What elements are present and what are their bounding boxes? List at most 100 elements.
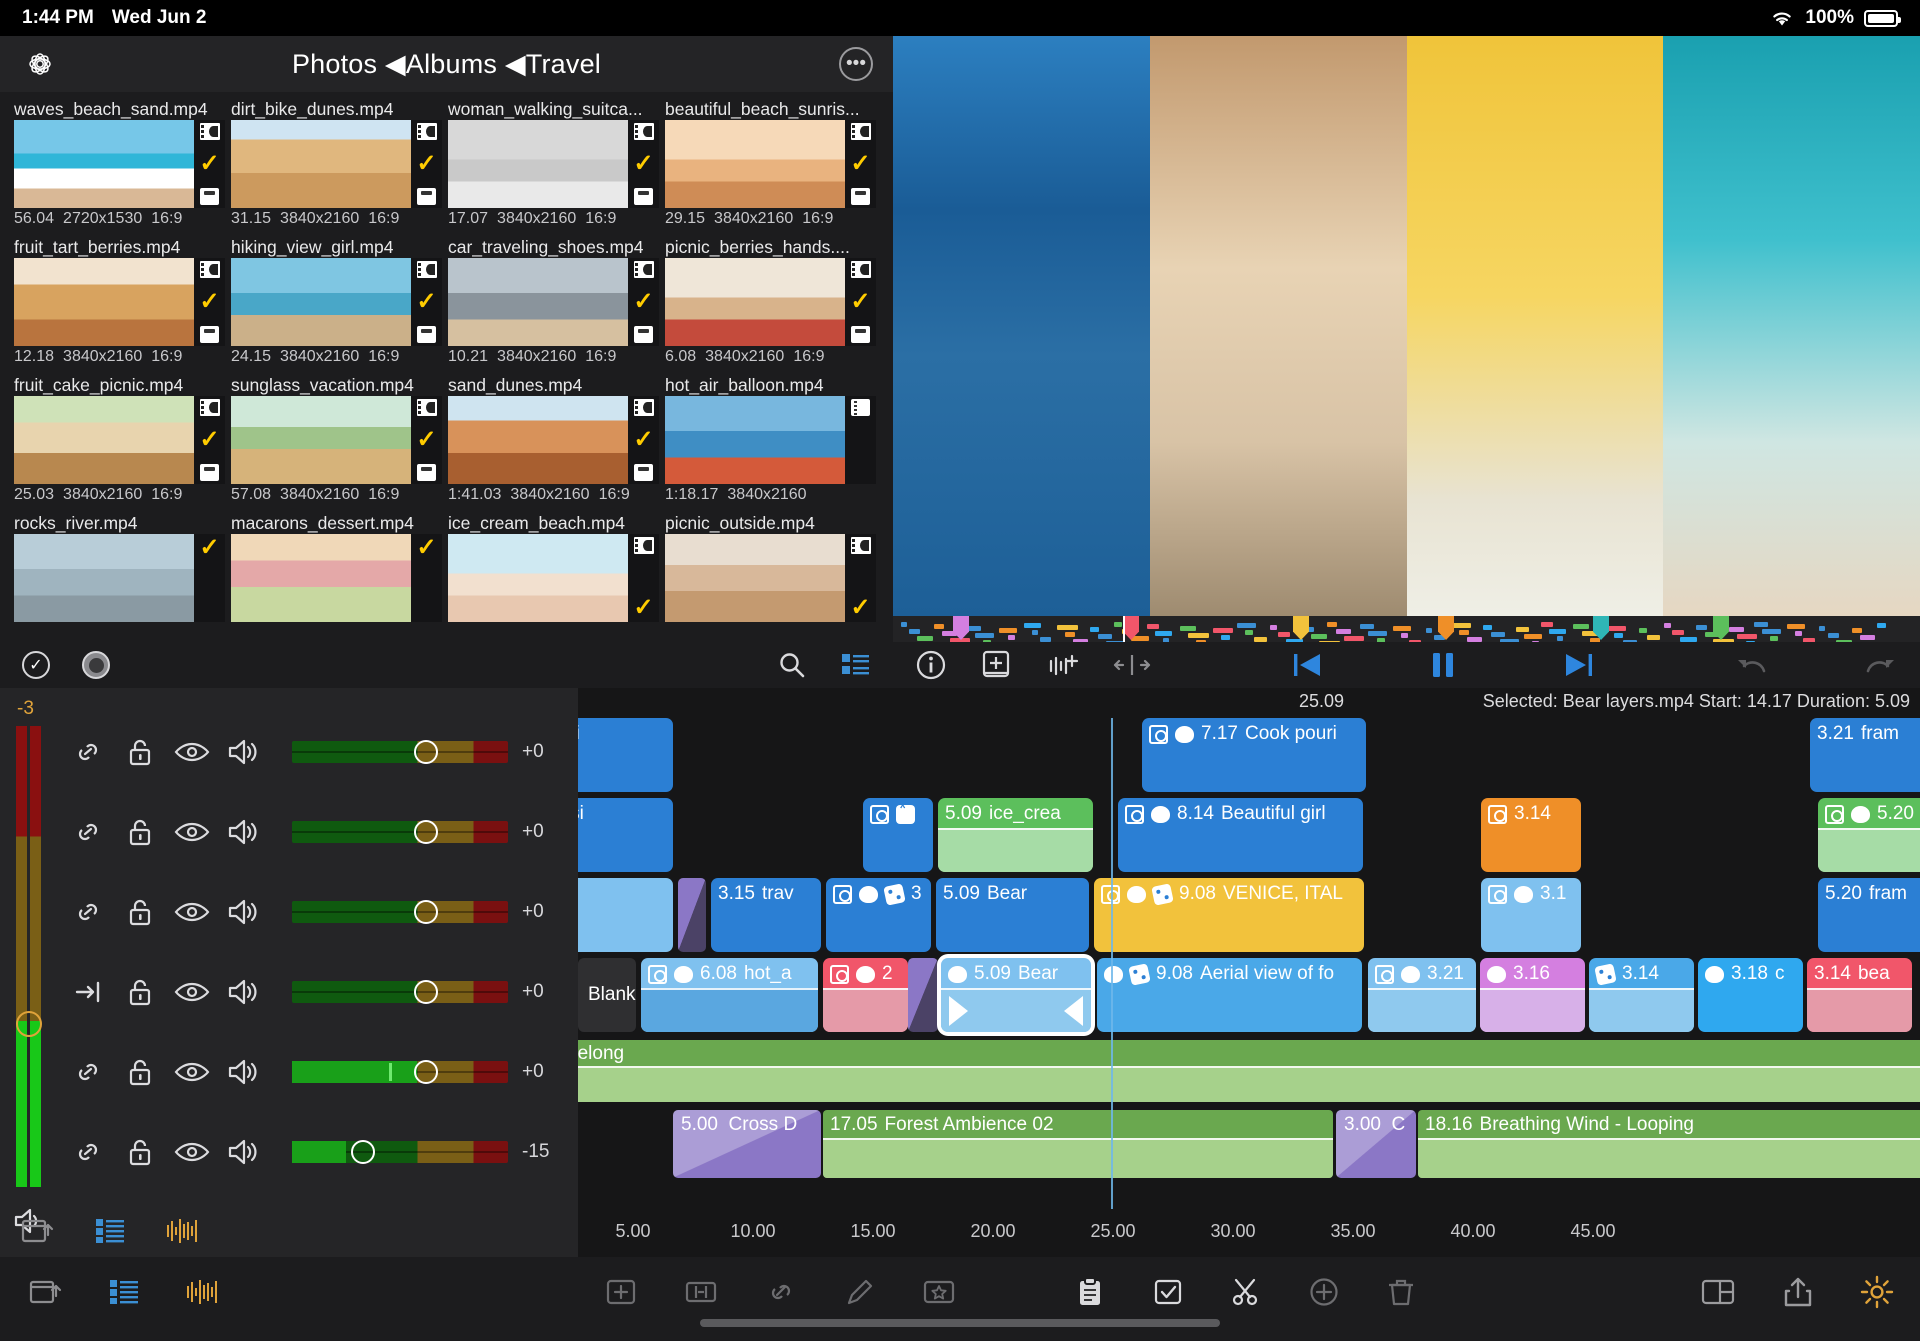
add-audio-icon[interactable] (1045, 649, 1079, 681)
audio-transition[interactable]: 5.00 Cross D (673, 1110, 821, 1178)
unlock-icon[interactable] (114, 816, 166, 848)
transition-clip[interactable] (678, 878, 706, 952)
timeline-clip[interactable]: 8.14 Beautiful girl (1118, 798, 1363, 872)
link-icon[interactable] (62, 736, 114, 768)
audio-track[interactable]: 5.00 Cross D 17.05 Forest Ambience 02 3.00 … (578, 1110, 1920, 1178)
media-thumbnail[interactable]: ✓ (448, 258, 659, 346)
media-thumbnail[interactable]: ✓ (448, 120, 659, 208)
timeline-panel[interactable]: 25.09 Selected: Bear layers.mp4 Start: 1… (578, 688, 1920, 1257)
slider-knob[interactable] (413, 900, 438, 924)
horizontal-scrollbar[interactable] (700, 1319, 1220, 1327)
volume-slider[interactable] (292, 820, 508, 844)
media-thumbnail[interactable]: ✓ (448, 534, 659, 622)
skip-to-start-icon[interactable] (1290, 650, 1328, 680)
add-to-timeline-icon[interactable] (981, 649, 1011, 681)
search-icon[interactable] (777, 650, 807, 680)
speaker-icon[interactable] (218, 976, 270, 1008)
trim-handle-left[interactable] (949, 996, 968, 1026)
audio-clip[interactable]: 17.05 Forest Ambience 02 (823, 1110, 1333, 1178)
unlock-icon[interactable] (114, 1136, 166, 1168)
settings-gear-icon[interactable] (1860, 1275, 1894, 1309)
slider-knob[interactable] (413, 820, 438, 844)
preview-canvas[interactable] (893, 36, 1920, 616)
timeline-clip[interactable]: 5.09 ice_crea (938, 798, 1093, 872)
timeline-track[interactable]: 06edited_i 7.17 Cook pouri 3.21 fram (578, 718, 1920, 792)
timeline-clip[interactable]: 7.17 Cook pouri (1142, 718, 1366, 792)
keyframe-icon[interactable] (186, 1277, 220, 1307)
slider-knob[interactable] (413, 980, 438, 1004)
timeline-clip[interactable]: 9.08 VENICE, ITAL (1094, 878, 1364, 952)
slider-knob[interactable] (413, 1060, 438, 1084)
audio-track[interactable]: 22Where I Belong (578, 1040, 1920, 1102)
eye-icon[interactable] (166, 1059, 218, 1085)
media-item[interactable]: woman_walking_suitca... ✓ 17.07 3840x2160 16… (448, 98, 659, 230)
timeline-clip[interactable]: 3 (826, 878, 931, 952)
audio-clip[interactable]: 18.16 Breathing Wind - Looping (1418, 1110, 1920, 1178)
media-thumbnail[interactable]: ✓ (665, 258, 876, 346)
speaker-icon[interactable] (218, 1056, 270, 1088)
layout-icon[interactable] (1700, 1276, 1736, 1308)
speaker-icon[interactable] (218, 736, 270, 768)
link-icon[interactable] (62, 1056, 114, 1088)
eye-icon[interactable] (166, 979, 218, 1005)
volume-slider[interactable] (292, 980, 508, 1004)
mini-timeline-marker[interactable] (953, 616, 969, 640)
timeline-clip[interactable]: 3.18 c (1698, 958, 1803, 1032)
unlock-icon[interactable] (114, 976, 166, 1008)
fit-width-icon[interactable] (1113, 649, 1151, 681)
media-item[interactable]: picnic_outside.mp4 ✓ (665, 512, 876, 642)
media-thumbnail[interactable]: ✓ (231, 396, 442, 484)
timeline-clip[interactable]: 2 (823, 958, 908, 1032)
media-thumbnail[interactable]: ✓ (14, 396, 225, 484)
timeline-clip[interactable] (863, 798, 933, 872)
timeline-track[interactable]: 6.06sand 3.15 trav 3 5.09 Bear 9.08 VENICE, ITA… (578, 878, 1920, 952)
media-grid[interactable]: waves_beach_sand.mp4 ✓ 56.04 2720x1530 16:9 d… (0, 92, 893, 642)
timeline-clip[interactable]: 3.15 trav (711, 878, 821, 952)
media-thumbnail[interactable]: ✓ (14, 258, 225, 346)
undo-icon[interactable] (1734, 650, 1770, 680)
slider-knob[interactable] (413, 740, 438, 764)
timeline-clip[interactable]: 3.14 bea (1807, 958, 1912, 1032)
volume-slider[interactable] (292, 1060, 508, 1084)
media-thumbnail[interactable]: ✓ (665, 120, 876, 208)
media-item[interactable]: ice_cream_beach.mp4 ✓ (448, 512, 659, 642)
media-thumbnail[interactable]: ✓ (231, 534, 442, 622)
duplicate-icon[interactable] (684, 1276, 718, 1308)
timeline-clip[interactable]: 5.09 Bear (936, 878, 1089, 952)
master-level-meter[interactable] (16, 726, 42, 1187)
mini-timeline-marker[interactable] (1593, 616, 1609, 640)
media-item[interactable]: fruit_tart_berries.mp4 ✓ 12.18 3840x2160 16:… (14, 236, 225, 368)
import-media-icon[interactable] (28, 1276, 62, 1308)
volume-slider[interactable] (292, 740, 508, 764)
link-icon[interactable] (764, 1276, 798, 1308)
media-item[interactable]: macarons_dessert.mp4 ✓ (231, 512, 442, 642)
redo-icon[interactable] (1862, 650, 1898, 680)
mini-timeline-marker[interactable] (1293, 616, 1309, 640)
media-thumbnail[interactable]: ✓ (14, 120, 225, 208)
media-item[interactable]: sunglass_vacation.mp4 ✓ 57.08 3840x2160 16:9 (231, 374, 442, 506)
timeline-clip[interactable]: 3.14 (1481, 798, 1581, 872)
volume-slider[interactable] (292, 900, 508, 924)
speaker-icon[interactable] (218, 896, 270, 928)
add-clip-icon[interactable] (604, 1276, 638, 1308)
media-item[interactable]: fruit_cake_picnic.mp4 ✓ 25.03 3840x2160 16:9 (14, 374, 225, 506)
media-item[interactable]: hiking_view_girl.mp4 ✓ 24.15 3840x2160 16:9 (231, 236, 442, 368)
move-right-icon[interactable] (62, 976, 114, 1008)
media-item[interactable]: dirt_bike_dunes.mp4 ✓ 31.15 3840x2160 16:9 (231, 98, 442, 230)
info-icon[interactable] (915, 649, 947, 681)
media-item[interactable]: beautiful_beach_sunris... ✓ 29.15 3840x2160… (665, 98, 876, 230)
timeline-clip[interactable]: 9.08 Aerial view of fo (1097, 958, 1362, 1032)
transition-clip[interactable] (908, 958, 938, 1032)
add-circle-icon[interactable] (1308, 1276, 1340, 1308)
checkbox-icon[interactable] (1152, 1276, 1184, 1308)
slider-knob[interactable] (351, 1140, 376, 1164)
timeline-clip[interactable]: 3.21 (1368, 958, 1476, 1032)
media-item[interactable]: car_traveling_shoes.mp4 ✓ 10.21 3840x2160 16… (448, 236, 659, 368)
eye-icon[interactable] (166, 899, 218, 925)
media-item[interactable]: sand_dunes.mp4 ✓ 1:41.03 3840x2160 16:9 (448, 374, 659, 506)
share-icon[interactable] (1782, 1275, 1814, 1309)
eye-icon[interactable] (166, 739, 218, 765)
media-item[interactable]: picnic_berries_hands.... ✓ 6.08 3840x2160 16… (665, 236, 876, 368)
timeline-clip[interactable]: 3.16 (1480, 958, 1585, 1032)
master-volume-knob[interactable] (16, 1011, 42, 1037)
